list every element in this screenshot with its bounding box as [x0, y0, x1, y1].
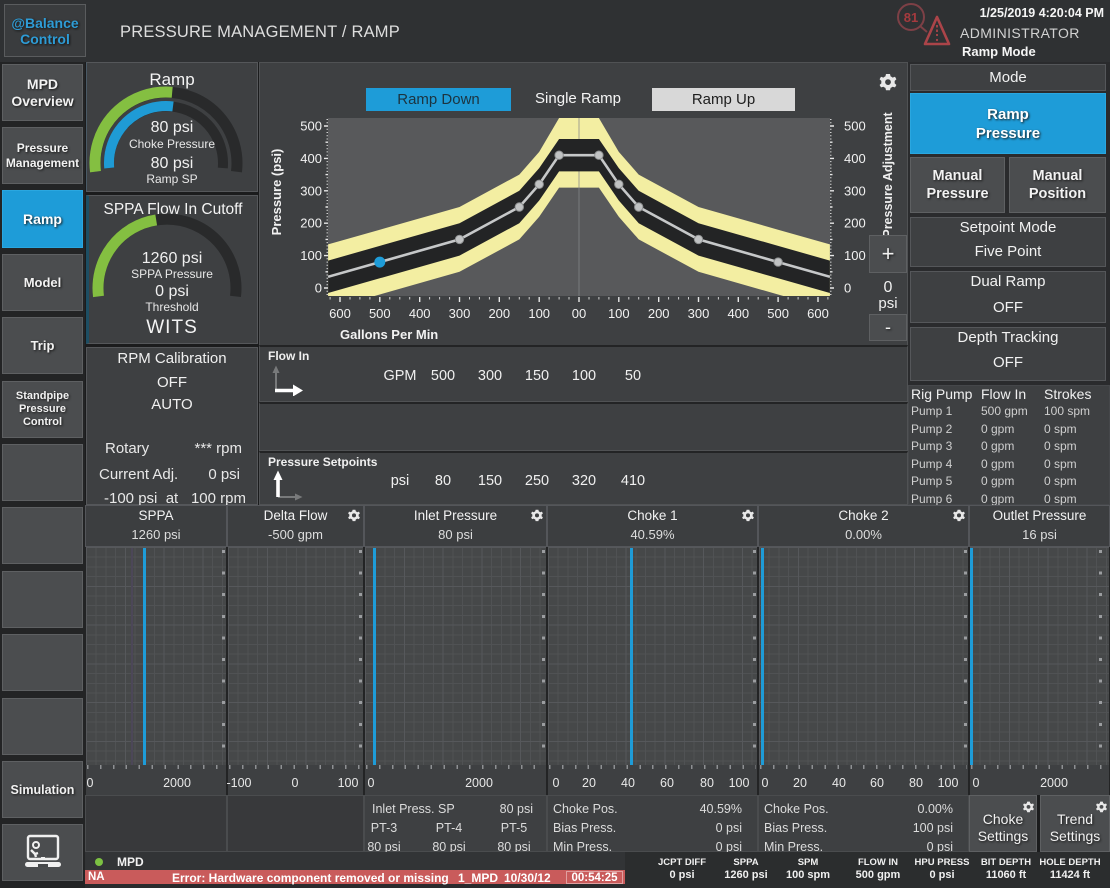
svg-text:200: 200	[488, 306, 510, 321]
svg-text:500: 500	[369, 306, 391, 321]
svg-text:100: 100	[300, 248, 322, 263]
svg-text:0: 0	[315, 281, 322, 296]
svg-text:81: 81	[904, 10, 918, 25]
svg-text:300: 300	[449, 306, 471, 321]
svg-text:200: 200	[648, 306, 670, 321]
svg-text:400: 400	[300, 151, 322, 166]
svg-text:Gallons Per Min: Gallons Per Min	[340, 327, 438, 342]
svg-text:200: 200	[300, 216, 322, 231]
svg-text:300: 300	[300, 183, 322, 198]
svg-text:100: 100	[608, 306, 630, 321]
svg-text:200: 200	[844, 216, 866, 231]
svg-text:500: 500	[767, 306, 789, 321]
svg-text:100: 100	[844, 248, 866, 263]
svg-text:400: 400	[409, 306, 431, 321]
svg-text:400: 400	[727, 306, 749, 321]
svg-text:Pressure (psi): Pressure (psi)	[269, 149, 284, 236]
svg-text:500: 500	[300, 119, 322, 134]
svg-text:300: 300	[688, 306, 710, 321]
svg-text:100: 100	[528, 306, 550, 321]
svg-text:600: 600	[807, 306, 829, 321]
svg-text:600: 600	[329, 306, 351, 321]
svg-text:300: 300	[844, 183, 866, 198]
svg-text:400: 400	[844, 151, 866, 166]
svg-text:0: 0	[844, 281, 851, 296]
svg-text:500: 500	[844, 119, 866, 134]
svg-text:00: 00	[572, 306, 586, 321]
